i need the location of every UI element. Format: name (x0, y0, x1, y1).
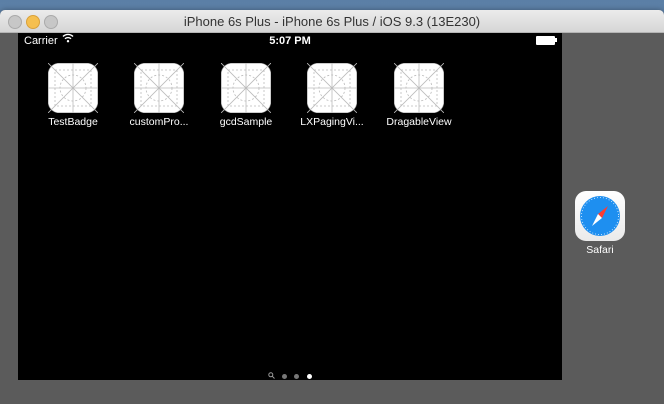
search-icon[interactable] (268, 372, 275, 379)
battery-icon (536, 36, 555, 45)
page-dot[interactable] (294, 374, 300, 379)
app-label: customPro... (129, 116, 189, 128)
placeholder-app-icon (133, 62, 185, 114)
window-titlebar[interactable]: iPhone 6s Plus - iPhone 6s Plus / iOS 9.… (0, 10, 664, 33)
app-gcdsample[interactable]: gcdSample (206, 62, 286, 128)
app-label: gcdSample (219, 116, 273, 128)
battery-tip (555, 38, 557, 42)
app-lxpagingview[interactable]: LXPagingVi... (292, 62, 372, 128)
placeholder-app-icon (393, 62, 445, 114)
device-screen: Carrier 5:07 PM TestBadge customPro... g… (18, 33, 562, 380)
dock-app-label: Safari (586, 244, 614, 256)
status-time: 5:07 PM (269, 35, 311, 47)
safari-compass-icon (575, 191, 625, 241)
page-dot[interactable] (281, 374, 287, 379)
dock: Safari (562, 33, 664, 380)
app-dragableview[interactable]: DragableView (379, 62, 459, 128)
simulator-window: iPhone 6s Plus - iPhone 6s Plus / iOS 9.… (0, 10, 664, 404)
app-label: LXPagingVi... (300, 116, 364, 128)
status-bar: Carrier 5:07 PM (18, 33, 562, 49)
app-label: DragableView (386, 116, 452, 128)
app-safari[interactable]: Safari (574, 191, 626, 256)
app-custompro[interactable]: customPro... (119, 62, 199, 128)
placeholder-app-icon (220, 62, 272, 114)
placeholder-app-icon (47, 62, 99, 114)
app-label: TestBadge (48, 116, 98, 128)
page-indicator[interactable] (18, 372, 562, 381)
window-title: iPhone 6s Plus - iPhone 6s Plus / iOS 9.… (183, 14, 481, 29)
placeholder-app-icon (306, 62, 358, 114)
app-testbadge[interactable]: TestBadge (33, 62, 113, 128)
page-dot-current[interactable] (307, 374, 312, 379)
